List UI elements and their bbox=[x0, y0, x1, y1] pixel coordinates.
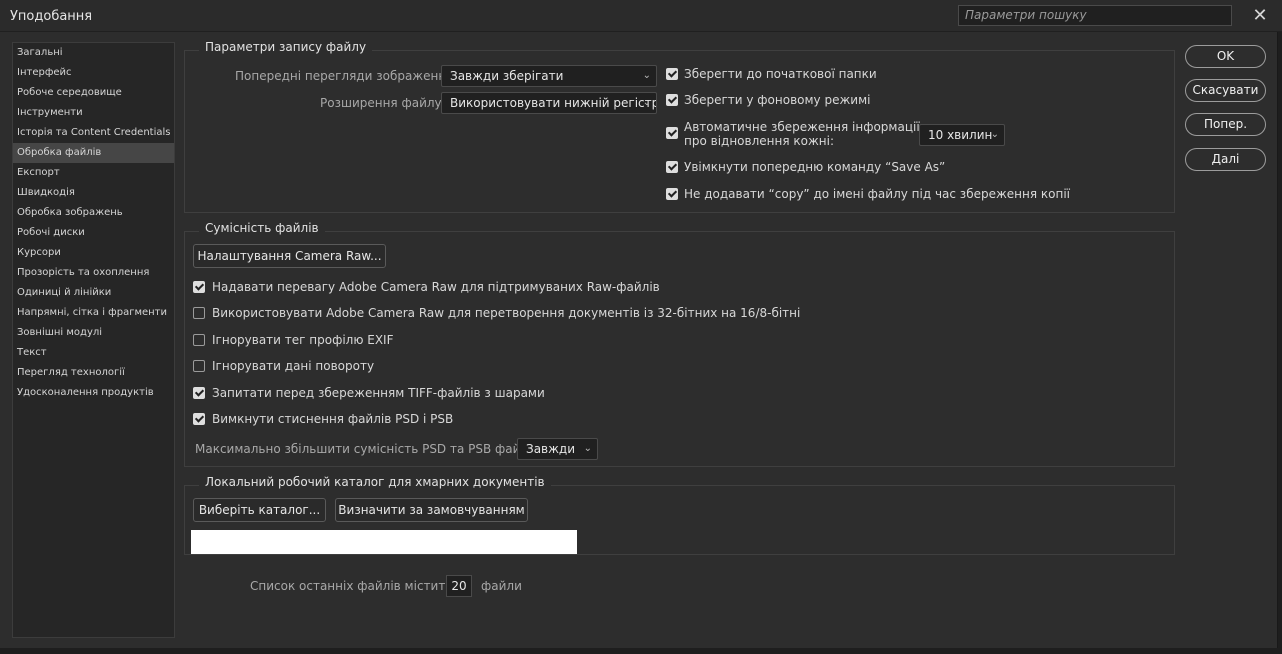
preview-select[interactable]: Завжди зберігати ⌄ bbox=[441, 65, 657, 87]
cancel-button[interactable]: Скасувати bbox=[1185, 79, 1266, 102]
preview-value: Завжди зберігати bbox=[450, 69, 564, 83]
preview-label: Попередні перегляди зображення: bbox=[235, 69, 458, 83]
extension-value: Використовувати нижній регістр bbox=[450, 96, 657, 110]
no-copy-suffix-label: Не додавати “copy” до імені файлу під ча… bbox=[684, 187, 1070, 201]
set-default-button[interactable]: Визначити за замовчуванням bbox=[335, 498, 528, 522]
sidebar-item-tools[interactable]: Інструменти bbox=[13, 103, 174, 123]
previous-button[interactable]: Попер. bbox=[1185, 113, 1266, 136]
ignore-exif-checkbox[interactable] bbox=[193, 334, 205, 346]
save-background-checkbox[interactable] bbox=[666, 94, 678, 106]
autosave-interval-value: 10 хвилин bbox=[928, 128, 993, 142]
prefer-camera-raw-label: Надавати перевагу Adobe Camera Raw для п… bbox=[212, 280, 660, 294]
file-saving-title: Параметри запису файлу bbox=[199, 40, 373, 54]
sidebar-item-history[interactable]: Історія та Content Credentials bbox=[13, 123, 174, 143]
sidebar-item-product-improvement[interactable]: Удосконалення продуктів bbox=[13, 383, 174, 403]
sidebar-item-performance[interactable]: Швидкодія bbox=[13, 183, 174, 203]
sidebar: Загальні Інтерфейс Робоче середовище Інс… bbox=[12, 42, 175, 638]
window-title: Уподобання bbox=[10, 9, 93, 24]
preferences-dialog: Загальні Інтерфейс Робоче середовище Інс… bbox=[0, 32, 1278, 648]
maximize-compat-select[interactable]: Завжди ⌄ bbox=[517, 438, 598, 460]
save-original-folder-label: Зберегти до початкової папки bbox=[684, 67, 877, 81]
ignore-exif-label: Ігнорувати тег профілю EXIF bbox=[212, 333, 394, 347]
legacy-save-as-checkbox[interactable] bbox=[666, 161, 678, 173]
ignore-rotation-checkbox[interactable] bbox=[193, 360, 205, 372]
save-original-folder-checkbox[interactable] bbox=[666, 68, 678, 80]
sidebar-item-cursors[interactable]: Курсори bbox=[13, 243, 174, 263]
extension-select[interactable]: Використовувати нижній регістр ⌄ bbox=[441, 92, 657, 114]
recent-files-label: Список останніх файлів містить: bbox=[250, 579, 457, 593]
cloud-folder-title: Локальний робочий каталог для хмарних до… bbox=[199, 475, 551, 489]
autosave-interval-select[interactable]: 10 хвилин ⌄ bbox=[919, 124, 1005, 146]
sidebar-item-interface[interactable]: Інтерфейс bbox=[13, 63, 174, 83]
compatibility-title: Сумісність файлів bbox=[199, 221, 325, 235]
ask-tiff-layers-label: Запитати перед збереженням TIFF-файлів з… bbox=[212, 386, 545, 400]
sidebar-item-tech-previews[interactable]: Перегляд технології bbox=[13, 363, 174, 383]
sidebar-item-transparency[interactable]: Прозорість та охоплення bbox=[13, 263, 174, 283]
disable-psd-compression-checkbox[interactable] bbox=[193, 413, 205, 425]
choose-folder-button[interactable]: Виберіть каталог... bbox=[193, 498, 326, 522]
sidebar-item-export[interactable]: Експорт bbox=[13, 163, 174, 183]
sidebar-item-workspace[interactable]: Робоче середовище bbox=[13, 83, 174, 103]
autosave-label-line1: Автоматичне збереження інформації bbox=[684, 120, 920, 134]
camera-raw-32bit-checkbox[interactable] bbox=[193, 307, 205, 319]
autosave-label-line2: про відновлення кожні: bbox=[684, 134, 834, 148]
cloud-folder-path-field bbox=[191, 530, 577, 554]
chevron-down-icon: ⌄ bbox=[642, 97, 651, 108]
autosave-checkbox[interactable] bbox=[666, 127, 678, 139]
sidebar-item-file-handling[interactable]: Обробка файлів bbox=[13, 143, 174, 163]
search-input[interactable]: Параметри пошуку bbox=[958, 5, 1232, 26]
close-icon[interactable]: ✕ bbox=[1248, 5, 1272, 27]
legacy-save-as-label: Увімкнути попередню команду “Save As” bbox=[684, 160, 946, 174]
next-button[interactable]: Далі bbox=[1185, 148, 1266, 171]
extension-label: Розширення файлу: bbox=[320, 96, 446, 110]
sidebar-item-plugins[interactable]: Зовнішні модулі bbox=[13, 323, 174, 343]
no-copy-suffix-checkbox[interactable] bbox=[666, 188, 678, 200]
sidebar-item-units[interactable]: Одиниці й лінійки bbox=[13, 283, 174, 303]
sidebar-item-general[interactable]: Загальні bbox=[13, 43, 174, 63]
sidebar-item-image-processing[interactable]: Обробка зображень bbox=[13, 203, 174, 223]
prefer-camera-raw-checkbox[interactable] bbox=[193, 281, 205, 293]
sidebar-item-type[interactable]: Текст bbox=[13, 343, 174, 363]
sidebar-item-scratch-disks[interactable]: Робочі диски bbox=[13, 223, 174, 243]
ok-button[interactable]: OK bbox=[1185, 45, 1266, 68]
ignore-rotation-label: Ігнорувати дані повороту bbox=[212, 359, 375, 373]
maximize-compat-label: Максимально збільшити сумісність PSD та … bbox=[195, 442, 543, 456]
camera-raw-32bit-label: Використовувати Adobe Camera Raw для пер… bbox=[212, 306, 801, 320]
ask-tiff-layers-checkbox[interactable] bbox=[193, 387, 205, 399]
recent-files-input[interactable]: 20 bbox=[446, 575, 472, 597]
save-background-label: Зберегти у фоновому режимі bbox=[684, 93, 871, 107]
chevron-down-icon: ⌄ bbox=[642, 70, 651, 81]
disable-psd-compression-label: Вимкнути стиснення файлів PSD і PSB bbox=[212, 412, 454, 426]
recent-files-suffix: файли bbox=[481, 579, 522, 593]
sidebar-item-guides[interactable]: Напрямні, сітка і фрагменти bbox=[13, 303, 174, 323]
camera-raw-settings-button[interactable]: Налаштування Camera Raw... bbox=[193, 244, 386, 268]
chevron-down-icon: ⌄ bbox=[583, 443, 592, 454]
maximize-compat-value: Завжди bbox=[526, 442, 576, 456]
title-bar: Уподобання Параметри пошуку ✕ bbox=[0, 0, 1282, 32]
chevron-down-icon: ⌄ bbox=[990, 129, 999, 140]
